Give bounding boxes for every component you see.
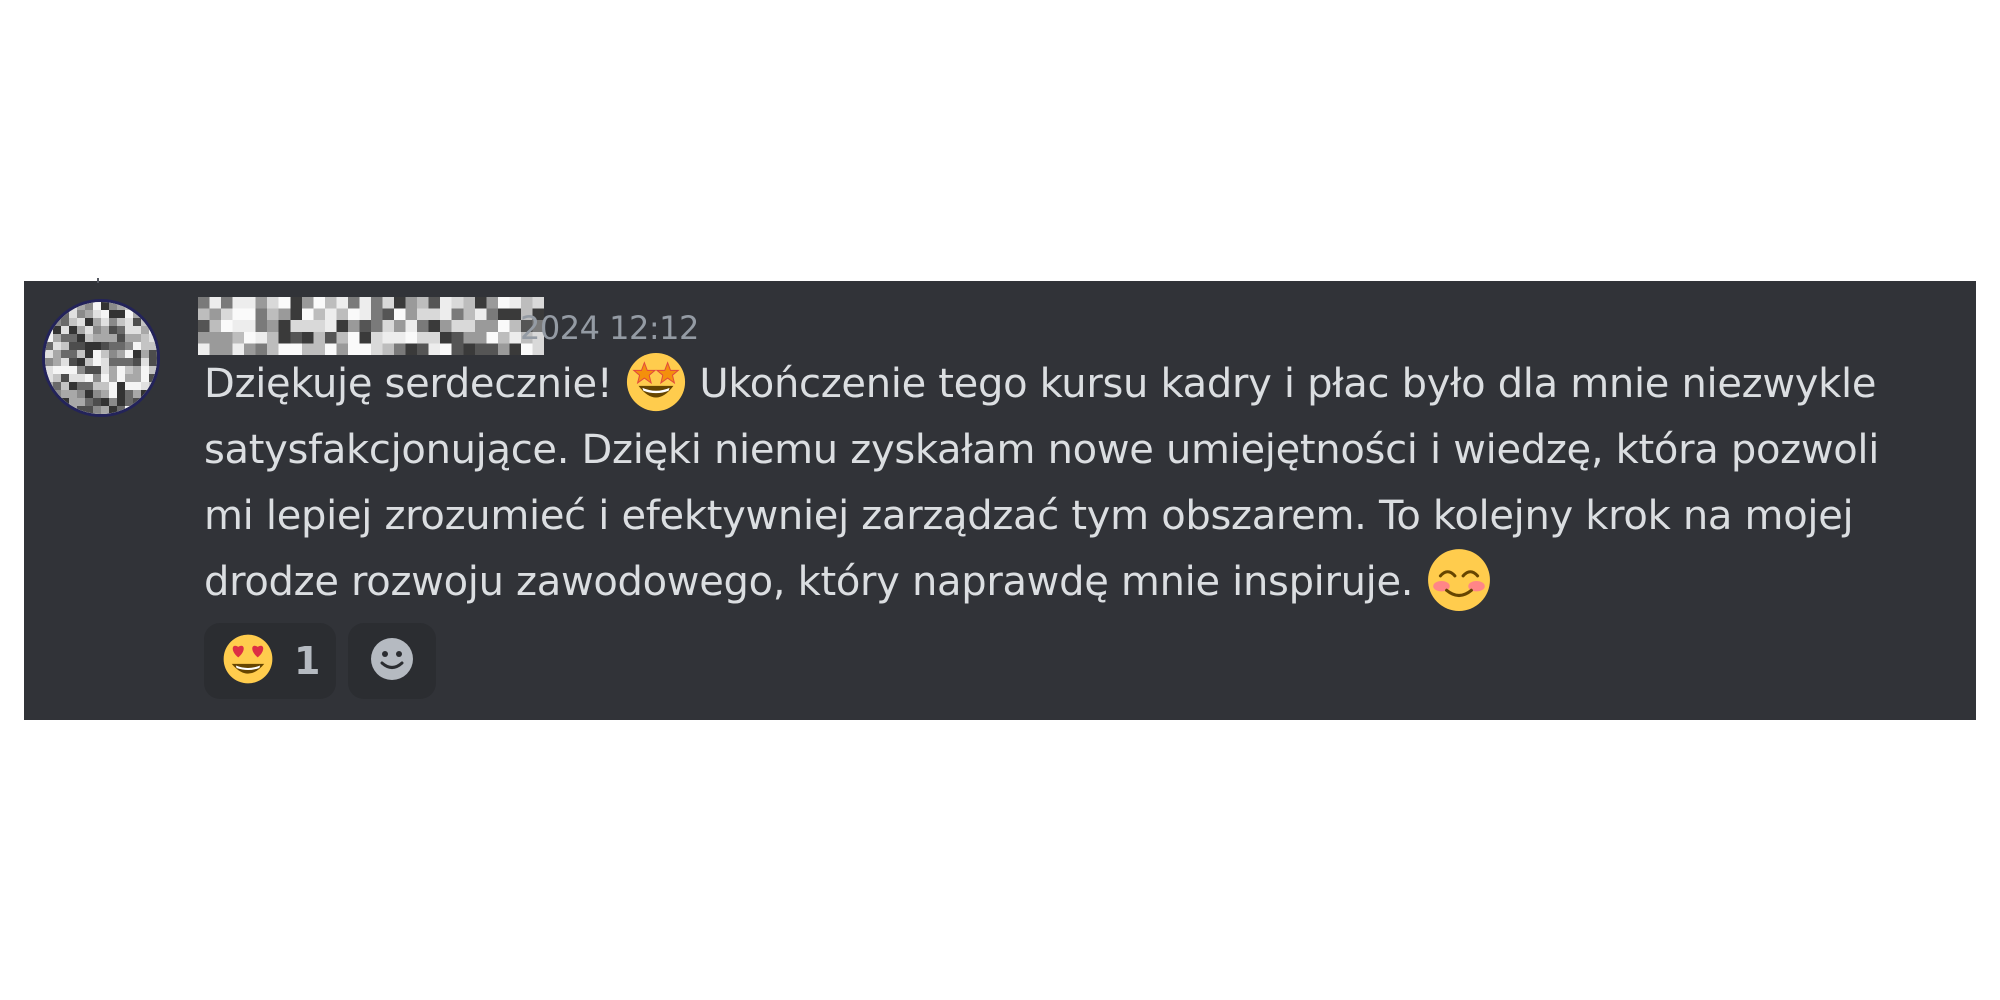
message-card: 2024 12:12 Dziękuję serdecznie! Ukończen… (24, 278, 1976, 720)
message-text-segment: mi lepiej zrozumieć i efektywniej zarząd… (204, 493, 1854, 539)
message-text-segment: Ukończenie tego kursu kadry i płac było … (686, 361, 1877, 407)
smiling-blush-icon (1426, 547, 1492, 613)
username-redacted[interactable] (198, 297, 544, 355)
star-struck-icon (625, 351, 687, 413)
message-line: mi lepiej zrozumieć i efektywniej zarząd… (204, 483, 1934, 549)
reactions-bar: 1 (204, 623, 436, 699)
avatar[interactable] (42, 299, 160, 417)
add-reaction-button[interactable] (348, 623, 436, 699)
add-reaction-smiley-icon (369, 636, 415, 686)
message-timestamp: 2024 12:12 (520, 309, 699, 347)
message-line: Dziękuję serdecznie! Ukończenie tego kur… (204, 351, 1934, 417)
message-content: Dziękuję serdecznie! Ukończenie tego kur… (204, 351, 1934, 615)
reaction-heart-eyes[interactable]: 1 (204, 623, 336, 699)
message-text-segment: Dziękuję serdecznie! (204, 361, 625, 407)
message-line: drodze rozwoju zawodowego, który naprawd… (204, 549, 1934, 615)
thread-line (97, 278, 99, 283)
heart-eyes-icon (222, 633, 274, 689)
message-text-segment: satysfakcjonujące. Dzięki niemu zyskałam… (204, 427, 1880, 473)
message-line: satysfakcjonujące. Dzięki niemu zyskałam… (204, 417, 1934, 483)
message-text-segment: drodze rozwoju zawodowego, który naprawd… (204, 559, 1426, 605)
reaction-count: 1 (294, 639, 321, 683)
